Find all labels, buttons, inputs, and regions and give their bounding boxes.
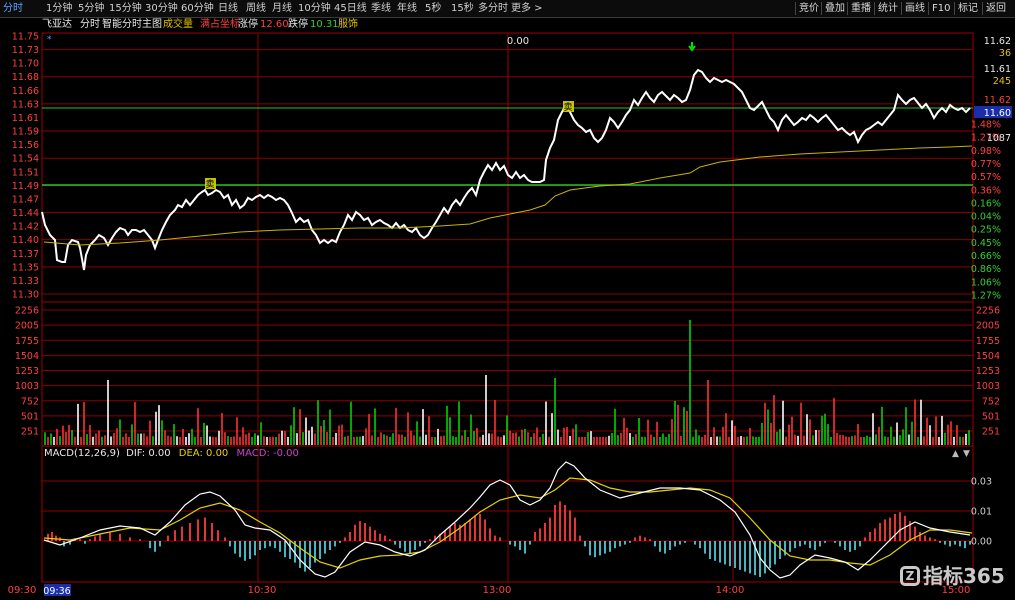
volume-axis-label-right: 251	[982, 427, 1000, 438]
pct-axis-label: 1.06%	[971, 277, 1001, 288]
dif-label: DIF:	[126, 448, 146, 459]
sell-marker-text: 卖	[563, 102, 572, 113]
price-axis-label: 11.70	[12, 59, 39, 70]
price-axis-label: 11.51	[12, 167, 39, 178]
current-price: 11.60	[984, 108, 1011, 119]
macd-name[interactable]: MACD(12,26,9)	[44, 448, 120, 459]
macd-down-arrow-icon[interactable]: ▼	[963, 449, 970, 459]
sell-marker-text: 卖	[205, 179, 214, 190]
macd-value: -0.00	[273, 448, 299, 459]
price-axis-label: 11.42	[12, 222, 39, 233]
volume-axis-label-right: 1003	[976, 381, 1000, 392]
pct-axis-label: 0.16%	[971, 198, 1001, 209]
volume-axis-label-right: 2005	[976, 321, 1000, 332]
price-axis-label: 11.63	[12, 99, 39, 110]
pct-axis-label: 1.27%	[971, 291, 1001, 302]
dea-label: DEA:	[178, 448, 203, 459]
volume-axis-label-right: 1253	[976, 366, 1000, 377]
pct-axis-label: 1.48%	[971, 120, 1001, 131]
volume-axis-label-right: 1755	[976, 336, 1000, 347]
right-price-2: 11.61	[984, 64, 1011, 75]
volume-axis-label-right: 752	[982, 396, 1000, 407]
volume-axis-label-right: 501	[982, 411, 1000, 422]
volume-axis-label: 251	[21, 427, 39, 438]
volume-axis-label: 1755	[15, 336, 39, 347]
time-axis-label: 14:00	[716, 585, 745, 596]
right-count-1: 36	[999, 48, 1011, 59]
macd-axis-label: 0.01	[971, 507, 992, 518]
pct-axis-label: 0.86%	[971, 264, 1001, 275]
right-volume: 1087	[987, 133, 1011, 144]
price-axis-label: 11.66	[12, 86, 39, 97]
volume-axis-label-right: 2256	[976, 306, 1000, 317]
price-axis-label: 11.44	[12, 208, 39, 219]
macd-axis-label: 0.00	[971, 537, 992, 548]
right-price-1: 11.62	[984, 36, 1011, 47]
price-axis-label: 11.59	[12, 127, 39, 138]
volume-axis-label: 1253	[15, 366, 39, 377]
pct-axis-label: 0.57%	[971, 172, 1001, 183]
price-axis-label: 11.56	[12, 140, 39, 151]
star-icon: *	[47, 35, 52, 45]
watermark-logo: Z 指标365	[900, 561, 1005, 591]
pct-axis-label: 0.66%	[971, 251, 1001, 262]
price-axis-label: 11.47	[12, 194, 39, 205]
time-axis-label: 13:00	[483, 585, 512, 596]
volume-axis-label: 501	[21, 411, 39, 422]
macd-label: MACD:	[236, 448, 270, 459]
volume-axis-label-right: 1504	[976, 351, 1000, 362]
dea-value: 0.00	[206, 448, 229, 459]
price-axis-label: 11.73	[12, 45, 39, 56]
pct-axis-label: 0.45%	[971, 238, 1001, 249]
pct-axis-label: 0.25%	[971, 225, 1001, 236]
price-axis-label: 11.49	[12, 181, 39, 192]
dif-value: 0.00	[148, 448, 171, 459]
center-marker: 0.00	[507, 36, 529, 47]
price-axis-label: 11.35	[12, 262, 39, 273]
price-axis-label: 11.30	[12, 290, 39, 301]
macd-axis-label: 0.03	[971, 477, 992, 488]
macd-header: MACD(12,26,9) DIF: 0.00 DEA: 0.00 MACD: …	[44, 448, 299, 460]
volume-axis-label: 752	[21, 396, 39, 407]
price-axis-label: 11.61	[12, 113, 39, 124]
time-axis-label: 10:30	[248, 585, 277, 596]
cursor-time: 09:36	[43, 586, 70, 597]
green-arrow-icon	[688, 42, 696, 52]
pct-axis-label: 0.04%	[971, 212, 1001, 223]
intraday-chart: 11.75 11.73 11.70 11.68 11.66 11.63 11.61 11.59…	[8, 32, 1012, 597]
price-axis-label: 11.37	[12, 249, 39, 260]
right-count-2: 245	[993, 76, 1011, 87]
price-axis-label: 11.40	[12, 235, 39, 246]
brand-icon: Z	[900, 565, 920, 586]
pct-axis-label: 0.98%	[971, 146, 1001, 157]
pct-axis-label: 0.36%	[971, 185, 1001, 196]
volume-axis-label: 2256	[15, 306, 39, 317]
volume-axis-label: 1003	[15, 381, 39, 392]
volume-axis-label: 1504	[15, 351, 39, 362]
time-axis-label: 09:30	[8, 585, 37, 596]
price-axis-label: 11.54	[12, 154, 39, 165]
watermark-text: 指标365	[923, 564, 1005, 588]
price-axis-label: 11.75	[12, 32, 39, 43]
price-axis-label: 11.68	[12, 72, 39, 83]
price-axis-label: 11.33	[12, 276, 39, 287]
volume-axis-label: 2005	[15, 321, 39, 332]
right-price-3: 11.62	[984, 95, 1011, 106]
macd-up-arrow-icon[interactable]: ▲	[952, 449, 959, 459]
pct-axis-label: 0.77%	[971, 159, 1001, 170]
